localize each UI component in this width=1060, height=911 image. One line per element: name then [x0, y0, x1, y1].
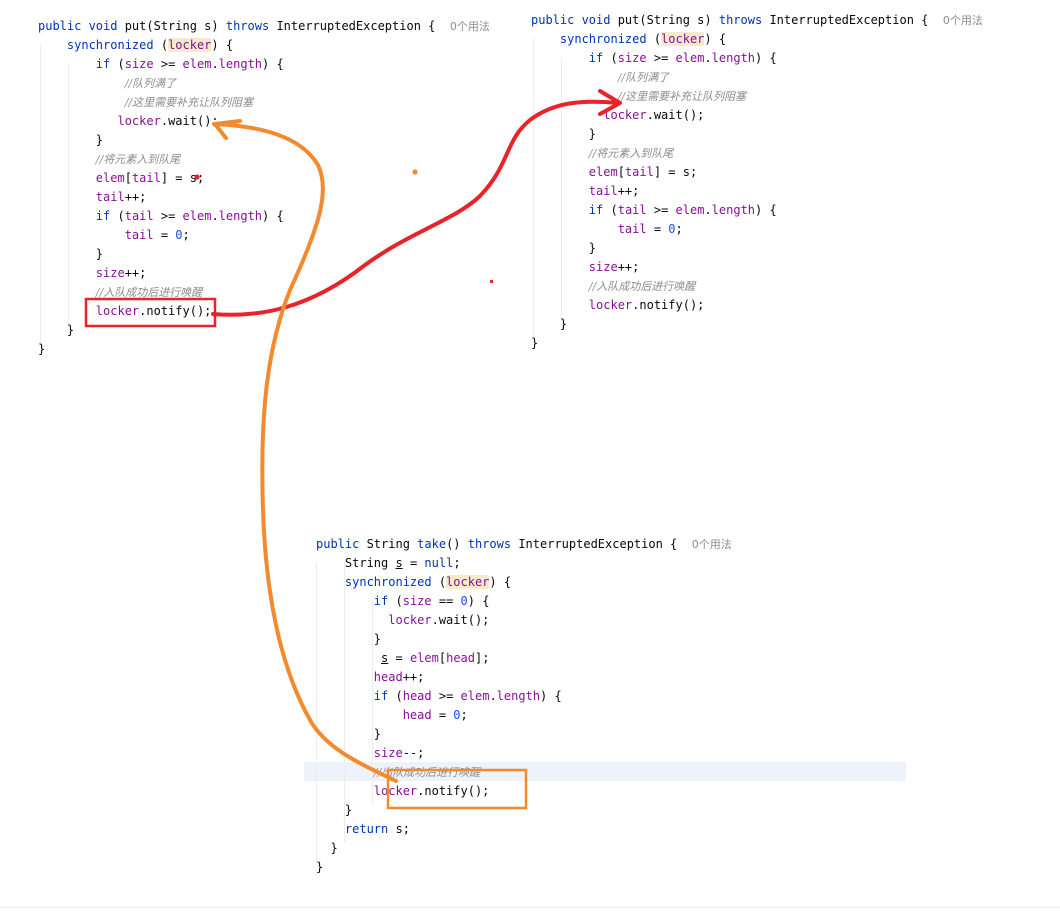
red-dot-mark: [194, 174, 200, 180]
annotation-overlay: [84, 89, 622, 810]
orange-notify-box: [386, 768, 528, 810]
orange-dot-mark: [412, 169, 418, 175]
orange-arrowhead: [213, 119, 242, 140]
tiny-red-mark: [490, 280, 493, 283]
orange-arrow: [212, 122, 398, 783]
red-notify-box: [84, 297, 217, 328]
